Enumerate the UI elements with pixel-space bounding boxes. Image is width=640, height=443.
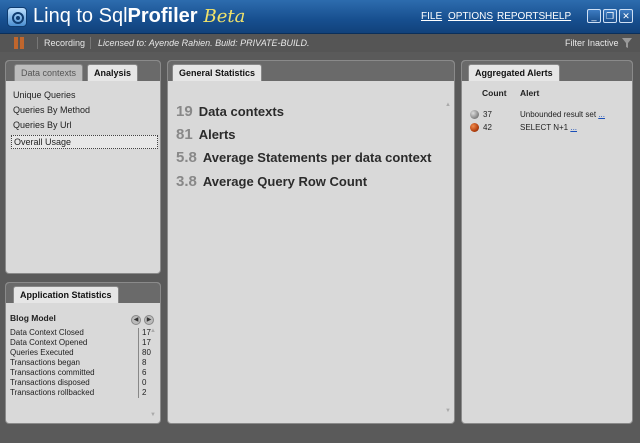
next-model-button[interactable]: ▶ xyxy=(144,315,154,325)
stat-row-data-context-opened: Data Context Opened 17 xyxy=(10,338,151,348)
stat-value: 81 xyxy=(176,126,193,143)
stat-value: 5.8 xyxy=(176,149,197,166)
scroll-down-icon[interactable]: ▼ xyxy=(149,411,157,419)
stat-label: Data contexts xyxy=(198,104,284,119)
stat-avg-row-count: 3.8 Average Query Row Count xyxy=(176,173,367,190)
alert-row-unbounded[interactable]: 37 Unbounded result set ... xyxy=(462,109,632,121)
alert-row-select-n-plus-1[interactable]: 42 SELECT N+1 ... xyxy=(462,122,632,134)
alert-count: 37 xyxy=(483,110,492,119)
app-window: Linq to SqlProfiler Beta FILE OPTIONS REP… xyxy=(0,0,640,443)
analysis-panel: Data contexts Analysis Unique Queries Qu… xyxy=(5,60,161,274)
general-statistics-panel: General Statistics 19 Data contexts 81 Ale… xyxy=(167,60,455,424)
column-header-count[interactable]: Count xyxy=(482,88,507,98)
stat-value: 8 xyxy=(138,358,146,368)
stat-value: 3.8 xyxy=(176,173,197,190)
menu-help[interactable]: HELP xyxy=(545,11,571,22)
list-item-unique-queries[interactable]: Unique Queries xyxy=(11,89,76,103)
scroll-up-icon[interactable]: ▲ xyxy=(149,327,157,335)
stat-label: Transactions committed xyxy=(10,368,95,377)
list-item-overall-usage[interactable]: Overall Usage xyxy=(11,135,158,149)
stat-avg-statements: 5.8 Average Statements per data context xyxy=(176,149,431,166)
stat-label: Alerts xyxy=(198,127,236,142)
tab-aggregated-alerts[interactable]: Aggregated Alerts xyxy=(468,64,560,81)
filter-icon[interactable] xyxy=(622,38,632,48)
stat-row-transactions-disposed: Transactions disposed 0 xyxy=(10,378,146,388)
alert-link[interactable]: ... xyxy=(598,110,605,119)
menu-file[interactable]: FILE xyxy=(421,11,442,22)
stat-row-transactions-committed: Transactions committed 6 xyxy=(10,368,146,378)
stat-value: 0 xyxy=(138,378,146,388)
menu-options[interactable]: OPTIONS xyxy=(448,11,493,22)
stat-row-data-context-closed: Data Context Closed 17 xyxy=(10,328,151,338)
title-product: Linq to Sql xyxy=(33,5,128,27)
title-profiler: Profiler xyxy=(127,5,198,27)
stat-label: Transactions began xyxy=(10,358,80,367)
stat-value: 2 xyxy=(138,388,146,398)
stat-label: Transactions disposed xyxy=(10,378,90,387)
column-header-alert[interactable]: Alert xyxy=(520,88,539,98)
stat-data-contexts: 19 Data contexts xyxy=(176,103,284,120)
title-beta: Beta xyxy=(203,6,246,27)
maximize-button[interactable]: ❐ xyxy=(603,9,617,23)
alert-text: SELECT N+1 ... xyxy=(520,123,577,132)
status-bar xyxy=(0,428,640,443)
previous-model-button[interactable]: ◀ xyxy=(131,315,141,325)
recording-label: Recording xyxy=(44,38,86,48)
general-stats-scrollbar[interactable]: ▲ ▼ xyxy=(444,101,452,419)
stat-label: Data Context Closed xyxy=(10,328,84,337)
tab-data-contexts[interactable]: Data contexts xyxy=(14,64,84,81)
stat-label: Transactions rollbacked xyxy=(10,388,95,397)
stat-label: Average Query Row Count xyxy=(202,174,368,189)
scroll-up-icon[interactable]: ▲ xyxy=(444,101,452,109)
toolbar-separator xyxy=(90,37,91,49)
stat-row-transactions-began: Transactions began 8 xyxy=(10,358,146,368)
aggregated-alerts-panel: Aggregated Alerts Count Alert 37 Unbound… xyxy=(461,60,633,424)
pause-recording-icon[interactable] xyxy=(14,37,25,49)
app-stats-scrollbar[interactable]: ▲ ▼ xyxy=(149,327,157,419)
stat-row-queries-executed: Queries Executed 80 xyxy=(10,348,151,358)
list-item-queries-by-url[interactable]: Queries By Url xyxy=(11,119,72,133)
list-item-queries-by-method[interactable]: Queries By Method xyxy=(11,104,90,118)
tab-application-statistics[interactable]: Application Statistics xyxy=(13,286,119,303)
stat-label: Data Context Opened xyxy=(10,338,88,347)
license-text: Licensed to: Ayende Rahien. Build: PRIVA… xyxy=(98,38,310,48)
close-button[interactable]: ✕ xyxy=(619,9,633,23)
app-logo-icon xyxy=(7,7,27,27)
tab-general-statistics[interactable]: General Statistics xyxy=(172,64,263,81)
toolbar-separator xyxy=(37,37,38,49)
stat-value: 6 xyxy=(138,368,146,378)
minimize-button[interactable]: _ xyxy=(587,9,601,23)
alert-severity-icon xyxy=(470,123,479,132)
alert-count: 42 xyxy=(483,123,492,132)
model-name: Blog Model xyxy=(10,313,56,323)
tab-analysis[interactable]: Analysis xyxy=(87,64,139,81)
toolbar: Recording Licensed to: Ayende Rahien. Bu… xyxy=(0,34,640,52)
title-bar: Linq to SqlProfiler Beta FILE OPTIONS REP… xyxy=(0,0,640,34)
alert-severity-icon xyxy=(470,110,479,119)
scroll-down-icon[interactable]: ▼ xyxy=(444,407,452,415)
filter-label[interactable]: Filter Inactive xyxy=(565,38,619,48)
stat-label: Average Statements per data context xyxy=(202,150,432,165)
alert-text: Unbounded result set ... xyxy=(520,110,605,119)
application-statistics-panel: Application Statistics Blog Model ◀ ▶ Da… xyxy=(5,282,161,424)
stat-label: Queries Executed xyxy=(10,348,74,357)
stat-row-transactions-rollbacked: Transactions rollbacked 2 xyxy=(10,388,146,398)
stat-value: 19 xyxy=(176,103,193,120)
app-title: Linq to SqlProfiler Beta xyxy=(33,5,245,28)
alert-link[interactable]: ... xyxy=(570,123,577,132)
menu-reports[interactable]: REPORTS xyxy=(497,11,545,22)
alert-label: SELECT N+1 xyxy=(520,123,569,132)
stat-alerts: 81 Alerts xyxy=(176,126,236,143)
alert-label: Unbounded result set xyxy=(520,110,597,119)
